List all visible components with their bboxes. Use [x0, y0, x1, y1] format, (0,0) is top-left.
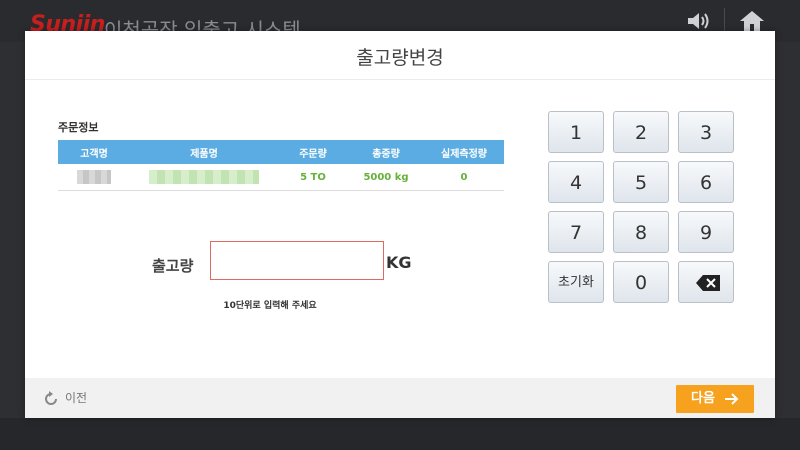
redacted-customer	[77, 170, 111, 184]
order-table: 고객명 제품명 주문량 총중량 실제측정량 5 TO 5000 kg 0	[58, 140, 504, 191]
quantity-label: 출고량	[152, 257, 194, 275]
cell-order-qty: 5 TO	[278, 164, 348, 191]
cell-total-weight: 5000 kg	[348, 164, 424, 191]
next-button[interactable]: 다음	[676, 385, 754, 413]
col-measured: 실제측정량	[424, 140, 504, 164]
refresh-icon	[45, 390, 57, 405]
quantity-hint: 10단위로 입력해 주세요	[223, 301, 317, 311]
cell-product	[130, 164, 278, 191]
modal-title: 출고량변경	[356, 47, 444, 69]
key-9[interactable]: 9	[678, 211, 734, 253]
table-row[interactable]: 5 TO 5000 kg 0	[58, 164, 504, 191]
col-total-weight: 총중량	[348, 140, 424, 164]
key-4[interactable]: 4	[548, 161, 604, 203]
redacted-product	[149, 170, 259, 184]
key-0[interactable]: 0	[613, 261, 669, 303]
key-8[interactable]: 8	[613, 211, 669, 253]
backspace-key[interactable]	[678, 261, 734, 303]
col-order-qty: 주문량	[278, 140, 348, 164]
table-header-row: 고객명 제품명 주문량 총중량 실제측정량	[58, 140, 504, 164]
col-product: 제품명	[130, 140, 278, 164]
order-info-label: 주문정보	[58, 121, 99, 134]
cell-measured: 0	[424, 164, 504, 191]
modal-footer: 이전 다음	[25, 378, 775, 418]
col-customer: 고객명	[58, 140, 130, 164]
key-5[interactable]: 5	[613, 161, 669, 203]
arrow-right-icon	[724, 392, 739, 405]
quantity-unit: KG	[386, 253, 412, 272]
cell-customer	[58, 164, 130, 191]
reset-key[interactable]: 초기화	[548, 261, 604, 303]
key-3[interactable]: 3	[678, 111, 734, 153]
prev-button[interactable]: 이전	[43, 388, 87, 408]
app-footer	[0, 418, 800, 450]
title-divider	[25, 79, 775, 80]
key-1[interactable]: 1	[548, 111, 604, 153]
key-7[interactable]: 7	[548, 211, 604, 253]
backspace-icon	[696, 275, 720, 291]
quantity-input[interactable]	[210, 241, 384, 280]
quantity-change-modal: 출고량변경 주문정보 고객명 제품명 주문량 총중량 실제측정량 5 TO 50…	[25, 31, 775, 418]
prev-label: 이전	[65, 391, 88, 405]
next-label: 다음	[691, 391, 715, 406]
key-6[interactable]: 6	[678, 161, 734, 203]
key-2[interactable]: 2	[613, 111, 669, 153]
